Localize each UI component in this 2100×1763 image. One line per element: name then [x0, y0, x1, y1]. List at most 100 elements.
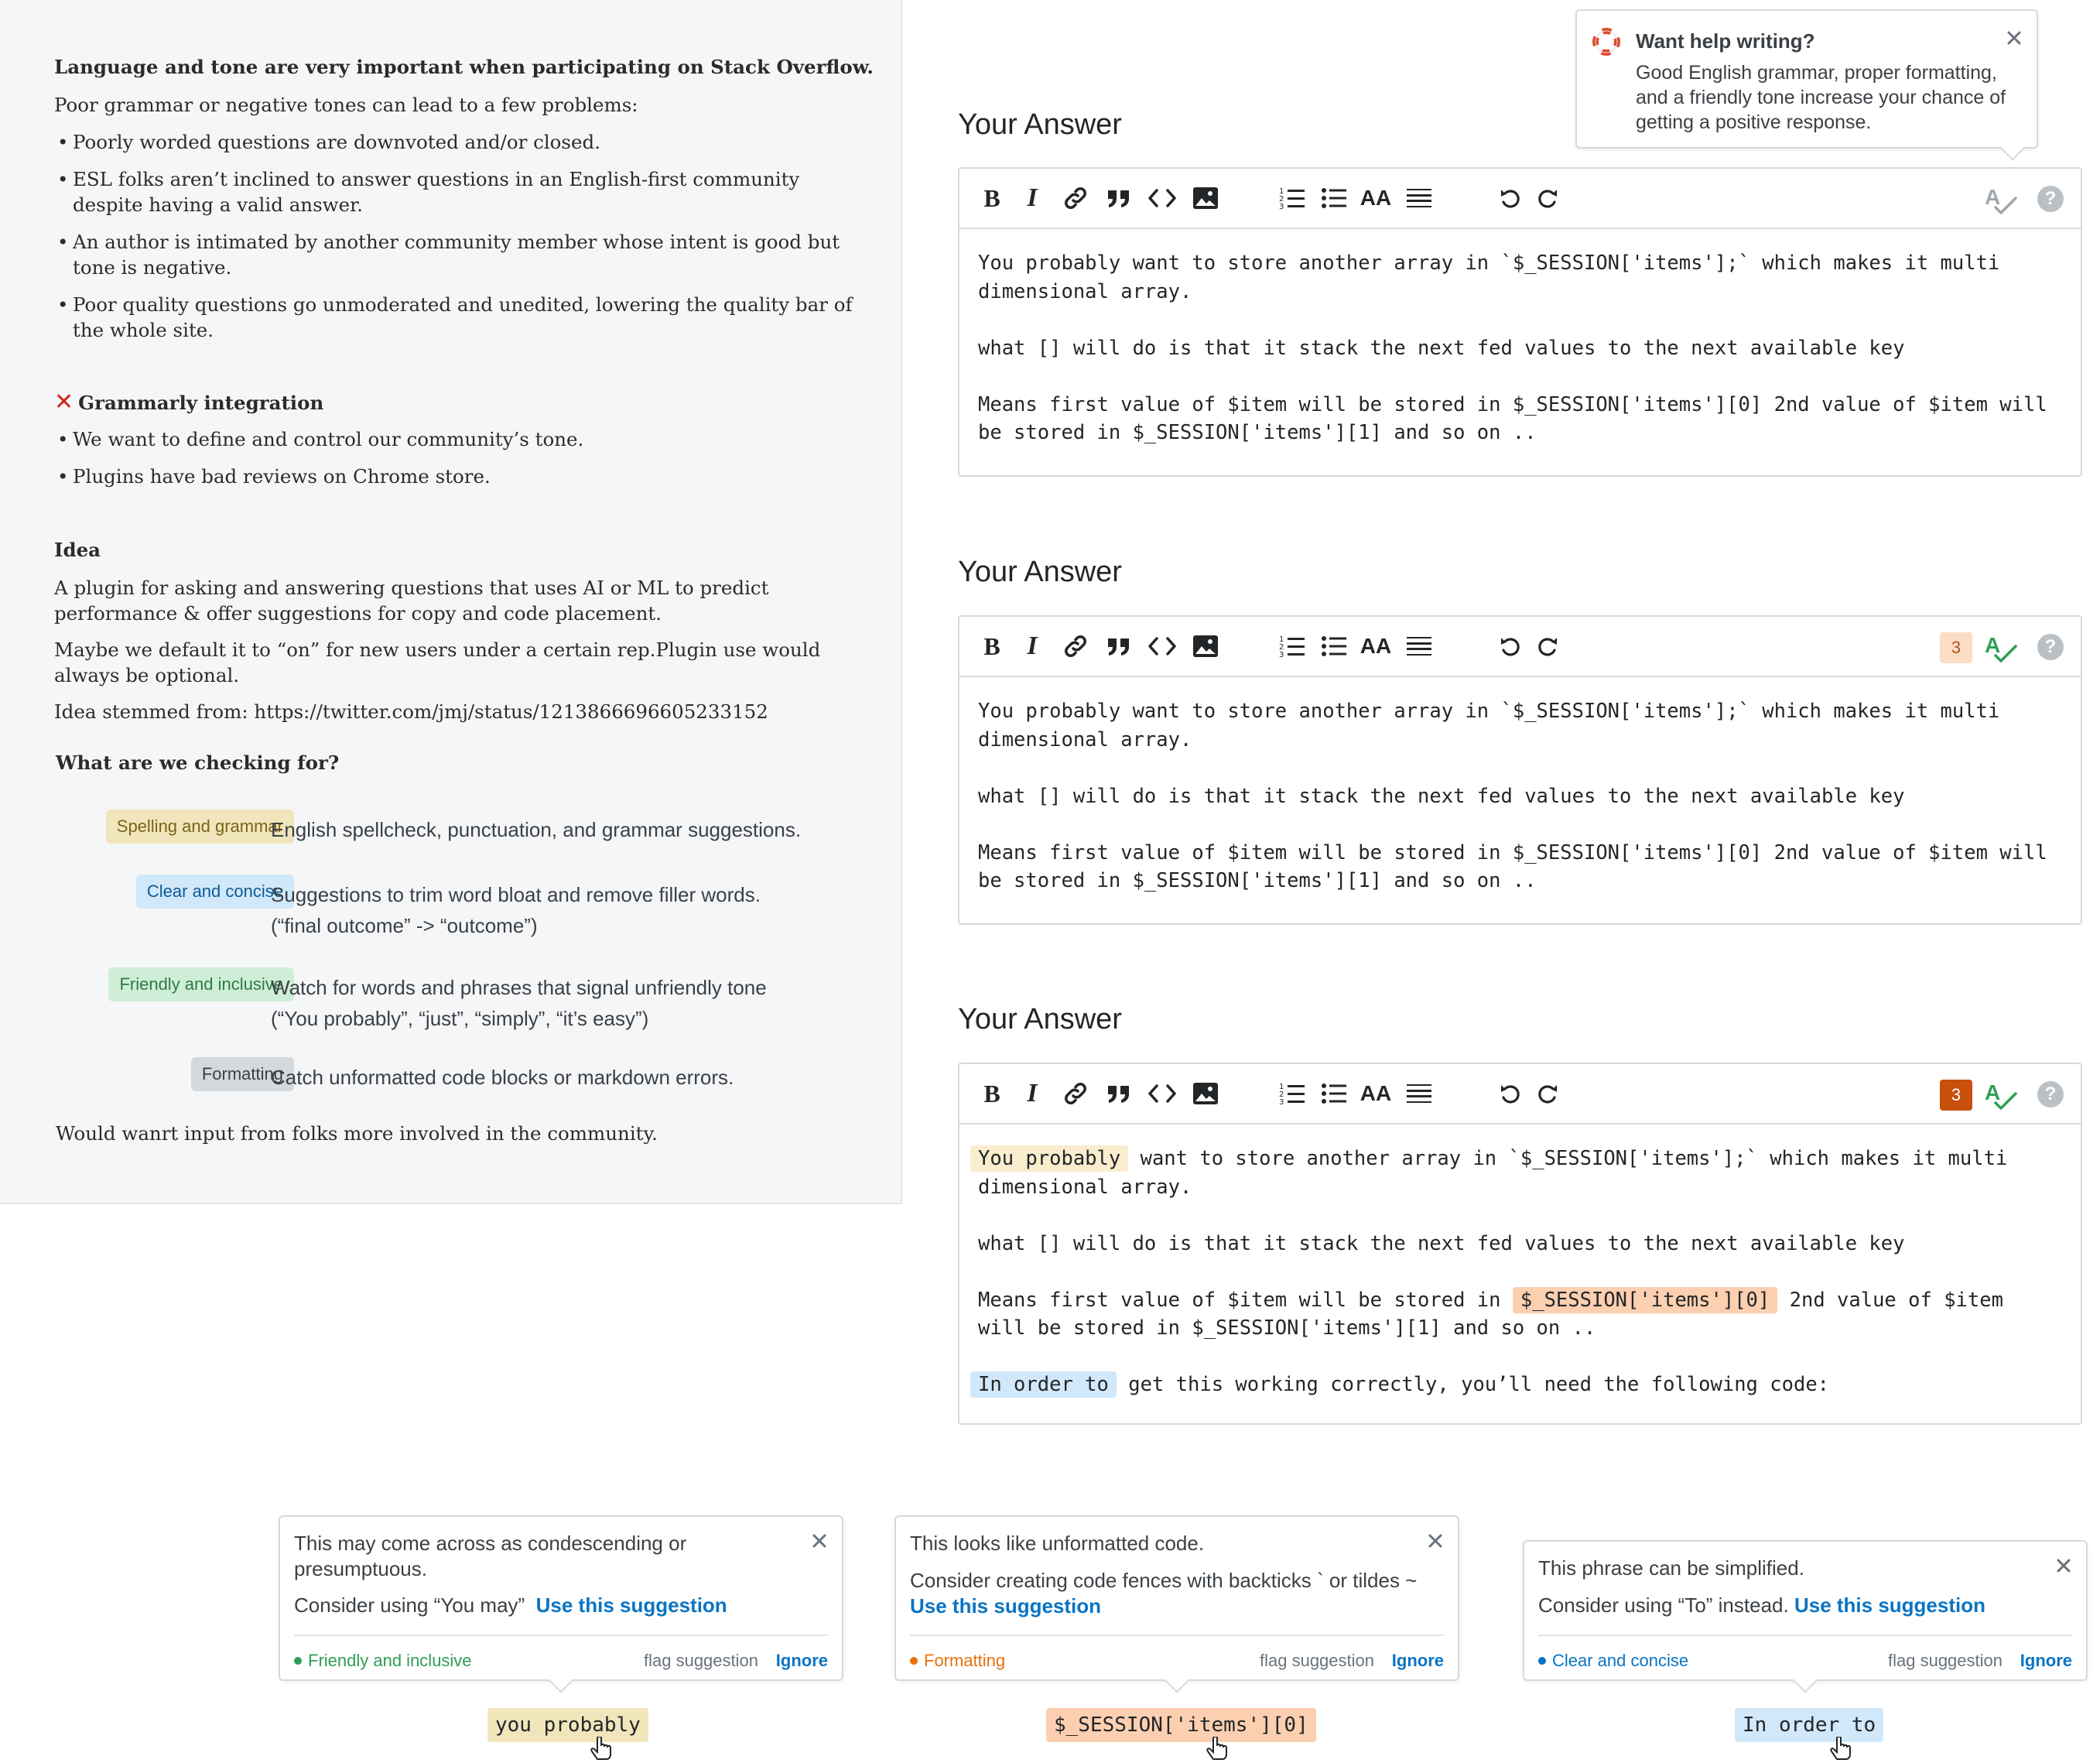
help-icon[interactable]: ?: [2037, 634, 2064, 660]
suggestion-category: Clear and concise: [1538, 1650, 1688, 1672]
list-item: Poor quality questions go unmoderated an…: [54, 292, 859, 343]
ordered-list-icon[interactable]: 123: [1275, 181, 1309, 215]
code-icon[interactable]: [1145, 1077, 1179, 1111]
editor-paragraph: You probably want to store another array…: [970, 1145, 2062, 1201]
unordered-list-icon[interactable]: [1317, 1077, 1351, 1111]
problems-list: Poorly worded questions are downvoted an…: [54, 129, 859, 354]
divider: [1538, 1635, 2072, 1636]
heading-icon[interactable]: AA: [1359, 629, 1393, 663]
help-popover-body: Good English grammar, proper formatting,…: [1636, 62, 2006, 133]
status-dot: [294, 1657, 302, 1665]
formatting-highlight[interactable]: $_SESSION['items'][0]: [1512, 1286, 1778, 1313]
blockquote-icon[interactable]: [1102, 1077, 1136, 1111]
redo-icon[interactable]: [1531, 1077, 1565, 1111]
concise-highlight[interactable]: In order to: [970, 1371, 1117, 1398]
idea-heading: Idea: [54, 539, 101, 561]
undo-icon[interactable]: [1493, 1077, 1527, 1111]
flag-suggestion-link[interactable]: flag suggestion: [1260, 1650, 1374, 1672]
undo-icon[interactable]: [1493, 181, 1527, 215]
horizontal-rule-icon[interactable]: [1402, 629, 1436, 663]
answer-editor: B I 1 2 3 AA 3 A? You probably want to store an…: [958, 1063, 2082, 1425]
grammar-check-icon[interactable]: A: [1982, 181, 2019, 218]
use-suggestion-link[interactable]: Use this suggestion: [536, 1594, 727, 1617]
ordered-list-icon[interactable]: 123: [1275, 629, 1309, 663]
image-icon[interactable]: [1189, 1077, 1223, 1111]
undo-icon[interactable]: [1493, 629, 1527, 663]
highlighted-phrase-chip[interactable]: you probably: [487, 1708, 648, 1742]
blockquote-icon[interactable]: [1102, 181, 1136, 215]
help-popover-title: Want help writing?: [1636, 29, 1815, 53]
code-icon[interactable]: [1145, 181, 1179, 215]
image-icon[interactable]: [1189, 181, 1223, 215]
svg-text:A: A: [1985, 633, 2000, 657]
editor-paragraph: what [] will do is that it stack the nex…: [978, 784, 1905, 808]
ignore-link[interactable]: Ignore: [1392, 1650, 1444, 1672]
close-icon[interactable]: [2052, 1554, 2075, 1577]
notes-closing: Would wanrt input from folks more involv…: [56, 1122, 658, 1145]
list-item: Plugins have bad reviews on Chrome store…: [54, 464, 859, 489]
svg-text:A: A: [1985, 1080, 2000, 1104]
check-description: Suggestions to trim word bloat and remov…: [271, 883, 761, 906]
redo-icon[interactable]: [1531, 629, 1565, 663]
editor-paragraph: what [] will do is that it stack the nex…: [978, 1231, 1905, 1255]
highlighted-phrase-chip[interactable]: $_SESSION['items'][0]: [1046, 1708, 1316, 1742]
suggestion-count-badge[interactable]: 3: [1940, 1080, 1972, 1111]
popover-arrow: [2000, 136, 2025, 161]
highlighted-phrase-chip[interactable]: In order to: [1735, 1708, 1884, 1742]
code-icon[interactable]: [1145, 629, 1179, 663]
card-arrow: [1165, 1669, 1189, 1693]
redo-icon[interactable]: [1531, 181, 1565, 215]
ignore-link[interactable]: Ignore: [776, 1650, 828, 1672]
horizontal-rule-icon[interactable]: [1402, 1077, 1436, 1111]
close-icon[interactable]: [1424, 1529, 1447, 1552]
suggestion-alternative: Consider using “You may” Use this sugges…: [294, 1594, 727, 1617]
bold-icon[interactable]: B: [975, 181, 1009, 215]
italic-icon[interactable]: I: [1015, 1077, 1049, 1111]
link-icon[interactable]: [1059, 1077, 1093, 1111]
unordered-list-icon[interactable]: [1317, 629, 1351, 663]
close-icon[interactable]: [2003, 26, 2026, 50]
bold-icon[interactable]: B: [975, 629, 1009, 663]
divider: [294, 1635, 828, 1636]
heading-icon[interactable]: AA: [1359, 1077, 1393, 1111]
answer-title: Your Answer: [958, 1003, 1122, 1036]
suggestion-count-badge[interactable]: 3: [1940, 632, 1972, 663]
suggestion-card: This looks like unformatted code. Consid…: [894, 1515, 1459, 1693]
heading-icon[interactable]: AA: [1359, 181, 1393, 215]
x-mark-icon: ✕: [54, 389, 74, 416]
blockquote-icon[interactable]: [1102, 629, 1136, 663]
suggestion-category: Friendly and inclusive: [294, 1650, 472, 1672]
editor-paragraph: Means first value of $item will be store…: [978, 840, 2060, 893]
use-suggestion-link[interactable]: Use this suggestion: [1794, 1594, 1985, 1617]
editor-paragraph: You probably want to store another array…: [978, 700, 2012, 751]
suggestion-card: This phrase can be simplified. Consider …: [1523, 1540, 2088, 1693]
editor-paragraph: what [] will do is that it stack the nex…: [978, 336, 1905, 360]
italic-icon[interactable]: I: [1015, 181, 1049, 215]
close-icon[interactable]: [808, 1529, 831, 1552]
editor-toolbar: B I 1 2 3 AA 3 A?: [959, 617, 2081, 677]
flag-suggestion-link[interactable]: flag suggestion: [644, 1650, 758, 1672]
unordered-list-icon[interactable]: [1317, 181, 1351, 215]
lifebuoy-icon: [1592, 28, 1620, 56]
notes-heading: Language and tone are very important whe…: [54, 56, 874, 78]
link-icon[interactable]: [1059, 629, 1093, 663]
link-icon[interactable]: [1059, 181, 1093, 215]
italic-icon[interactable]: I: [1015, 629, 1049, 663]
help-icon[interactable]: ?: [2037, 1081, 2064, 1107]
bold-icon[interactable]: B: [975, 1077, 1009, 1111]
editor-body[interactable]: You probably want to store another array…: [959, 677, 2081, 909]
svg-text:A: A: [1985, 185, 2000, 209]
image-icon[interactable]: [1189, 629, 1223, 663]
use-suggestion-link[interactable]: Use this suggestion: [910, 1594, 1101, 1618]
grammar-check-icon[interactable]: A: [1982, 1077, 2019, 1114]
friendly-highlight[interactable]: You probably: [970, 1145, 1129, 1172]
flag-suggestion-link[interactable]: flag suggestion: [1888, 1650, 2003, 1672]
ignore-link[interactable]: Ignore: [2020, 1650, 2072, 1672]
horizontal-rule-icon[interactable]: [1402, 181, 1436, 215]
editor-body[interactable]: You probably want to store another array…: [959, 1125, 2081, 1413]
ordered-list-icon[interactable]: 123: [1275, 1077, 1309, 1111]
editor-body[interactable]: You probably want to store another array…: [959, 229, 2081, 461]
suggestion-message: This may come across as condescending or…: [294, 1532, 687, 1580]
help-icon[interactable]: ?: [2037, 186, 2064, 212]
grammar-check-icon[interactable]: A: [1982, 629, 2019, 666]
